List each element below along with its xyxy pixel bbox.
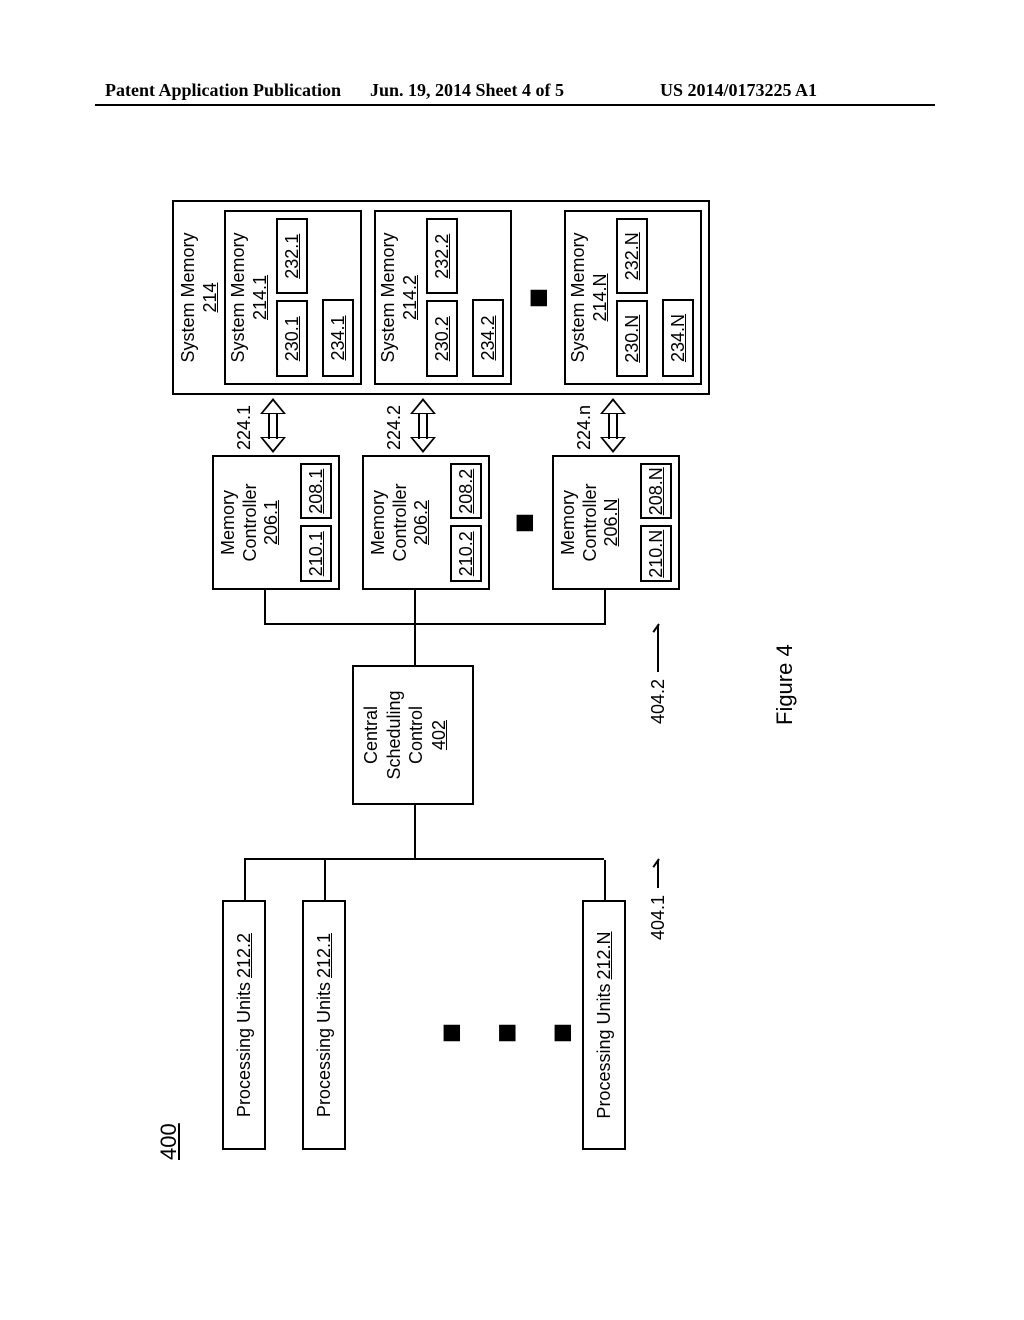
label-404-1: 404.1 (648, 895, 669, 940)
sys2-a: 230.2 (432, 316, 452, 361)
sys2-ref: 214.2 (400, 212, 422, 383)
memory-controller-1: Memory Controller 206.1 210.1 208.1 (212, 455, 340, 590)
header-right: US 2014/0173225 A1 (660, 80, 817, 101)
processing-unit-n: Processing Units 212.N (582, 900, 626, 1150)
mc-title2: Controller (240, 457, 262, 588)
system-memory-outer: System Memory 214 System Memory 214.1 23… (172, 200, 710, 395)
figure-caption: Figure 4 (772, 644, 798, 725)
puN-ref: 212.N (594, 931, 615, 979)
header-mid: Jun. 19, 2014 Sheet 4 of 5 (370, 80, 564, 101)
figure-ref: 400 (156, 1123, 182, 1160)
csc-l3: Control (405, 667, 428, 803)
mc1-ref: 206.1 (261, 457, 283, 588)
leader-404-2 (657, 625, 659, 672)
wire (414, 625, 416, 665)
wire (264, 590, 266, 625)
sys1-a: 230.1 (282, 316, 302, 361)
mc1-b: 208.1 (306, 469, 326, 514)
csc-ref: 402 (428, 667, 451, 803)
pu1-label: Processing Units (234, 982, 255, 1117)
label-224-1: 224.1 (234, 405, 255, 450)
wire (604, 590, 606, 625)
mcN-a: 210.N (646, 530, 666, 578)
sys1-ref: 214.1 (250, 212, 272, 383)
sys2-c: 234.2 (478, 315, 498, 360)
sysN-a: 230.N (622, 315, 642, 363)
csc-l2: Scheduling (383, 667, 406, 803)
processing-unit-2: Processing Units 212.1 (302, 900, 346, 1150)
system-memory-n: System Memory 214.N 230.N 232.N 234.N (564, 210, 702, 385)
wire (414, 590, 416, 625)
wire (414, 805, 416, 860)
system-memory-1: System Memory 214.1 230.1 232.1 234.1 (224, 210, 362, 385)
label-224-2: 224.2 (384, 405, 405, 450)
mc-title: Memory (218, 457, 240, 588)
bus-right (264, 623, 604, 625)
wire (244, 860, 246, 900)
sysN-ref: 214.N (590, 212, 612, 383)
wire (324, 860, 326, 900)
figure-wrap: 400 Processing Units 212.2 Processing Un… (12, 320, 1012, 1040)
bus-left (244, 858, 604, 860)
arrow-224-1 (260, 398, 286, 453)
csc-l1: Central (360, 667, 383, 803)
sys1-c: 234.1 (328, 315, 348, 360)
mc2-b: 208.2 (456, 469, 476, 514)
label-224-n: 224.n (574, 405, 595, 450)
sys2-b: 232.2 (432, 234, 452, 279)
puN-label: Processing Units (594, 984, 615, 1119)
central-scheduling-control: Central Scheduling Control 402 (352, 665, 474, 805)
sysN-c: 234.N (668, 314, 688, 362)
figure-canvas: 400 Processing Units 212.2 Processing Un… (152, 180, 872, 1180)
mcN-b: 208.N (646, 467, 666, 515)
arrow-224-n (600, 398, 626, 453)
mc2-a: 210.2 (456, 531, 476, 576)
memory-controller-2: Memory Controller 206.2 210.2 208.2 (362, 455, 490, 590)
wire (604, 860, 606, 900)
mc1-a: 210.1 (306, 531, 326, 576)
processing-unit-1: Processing Units 212.2 (222, 900, 266, 1150)
arrow-224-2 (410, 398, 436, 453)
header-left: Patent Application Publication (105, 80, 341, 101)
page: Patent Application Publication Jun. 19, … (0, 0, 1024, 1320)
header-rule (95, 104, 935, 106)
mcN-ref: 206.N (601, 457, 623, 588)
mc2-ref: 206.2 (411, 457, 433, 588)
pu-ellipsis: ■ ■ ■ (432, 1016, 585, 1050)
pu2-ref: 212.1 (314, 933, 335, 978)
pu1-ref: 212.2 (234, 933, 255, 978)
leader-404-1 (657, 860, 659, 888)
sysN-b: 232.N (622, 232, 642, 280)
sys-outer-title: System Memory (178, 202, 200, 393)
pu2-label: Processing Units (314, 982, 335, 1117)
label-404-2: 404.2 (648, 679, 669, 724)
memory-controller-n: Memory Controller 206.N 210.N 208.N (552, 455, 680, 590)
sys-outer-ref: 214 (200, 202, 222, 393)
system-memory-2: System Memory 214.2 230.2 232.2 234.2 (374, 210, 512, 385)
sys1-b: 232.1 (282, 234, 302, 279)
